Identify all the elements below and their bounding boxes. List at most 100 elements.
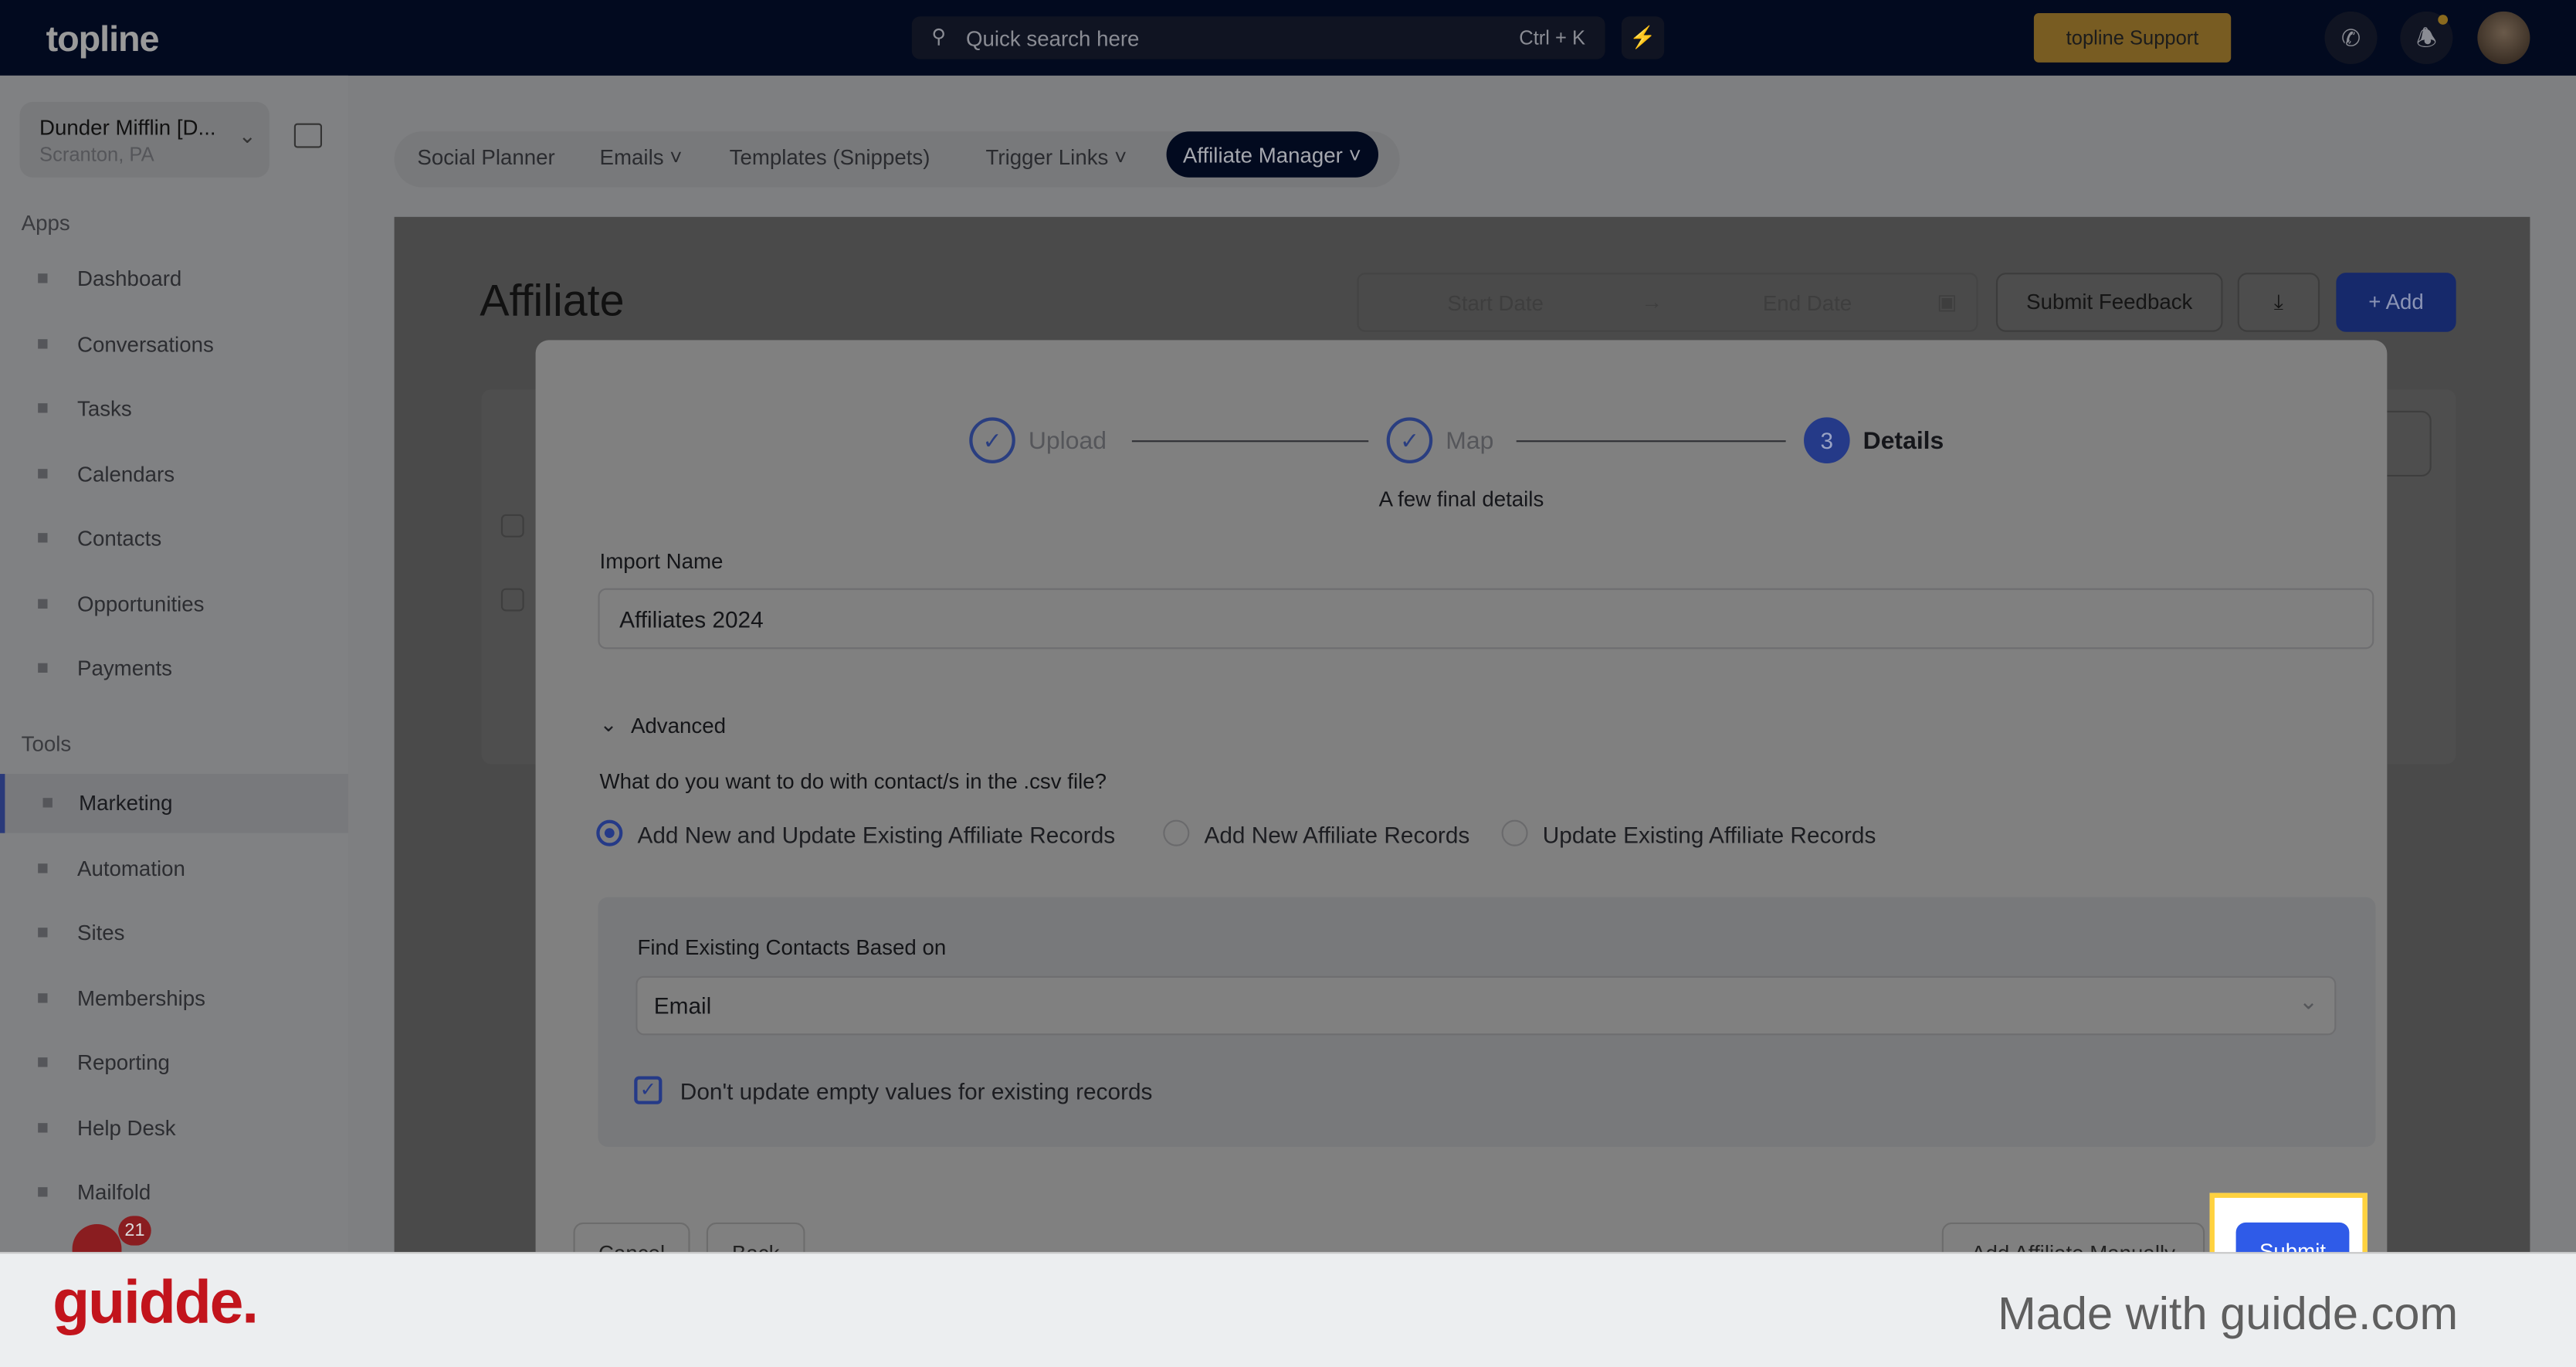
import-details-modal: ✓ Upload ✓ Map 3 Details A few final det…	[535, 340, 2388, 1326]
sidebar-item-label: Memberships	[76, 985, 206, 1010]
sidebar-item-sites[interactable]: ■ Sites	[0, 904, 348, 963]
option-label[interactable]: Add New and Update Existing Affiliate Re…	[637, 822, 1115, 848]
search-shortcut: Ctrl + K	[1519, 26, 1586, 49]
chevron-down-icon: ⌄	[2299, 987, 2318, 1014]
tab-emails[interactable]: Emails ˅	[600, 144, 683, 169]
advanced-toggle[interactable]: Advanced	[631, 713, 726, 738]
question-label: What do you want to do with contact/s in…	[599, 768, 1107, 794]
sidebar-item-conversations[interactable]: ■ Conversations	[0, 314, 348, 374]
sidebar-item-payments[interactable]: ■ Payments	[0, 639, 348, 699]
sidebar-item-marketing[interactable]: ■ Marketing	[0, 774, 349, 833]
sidebar-item-help-desk[interactable]: ■ Help Desk	[0, 1098, 348, 1158]
sidebar-item-automation[interactable]: ■ Automation	[0, 839, 348, 898]
option-label[interactable]: Add New Affiliate Records	[1204, 822, 1469, 848]
top-bar: topline ⚲ Quick search here Ctrl + K ⚡ t…	[0, 0, 2576, 76]
page-title: Affiliate	[480, 276, 625, 326]
check-icon: ✓	[969, 417, 1015, 463]
phone-icon[interactable]: ✆	[2324, 11, 2378, 64]
step-upload: Upload	[1028, 427, 1107, 456]
option-label[interactable]: Update Existing Affiliate Records	[1543, 822, 1876, 848]
gears-icon: ■	[36, 855, 49, 879]
sidebar-item-memberships[interactable]: ■ Memberships	[0, 968, 348, 1028]
sidebar-item-label: Help Desk	[76, 1114, 176, 1140]
person-icon: ■	[36, 525, 49, 549]
checkbox-label[interactable]: Don't update empty values for existing r…	[680, 1078, 1153, 1104]
modal-subtitle: A few final details	[1378, 486, 1544, 511]
topline-logo[interactable]: topline	[46, 18, 160, 60]
sidebar-item-label: Conversations	[76, 331, 214, 356]
end-date: End Date	[1762, 290, 1852, 316]
chevron-down-icon[interactable]: ⌄	[600, 711, 618, 738]
find-contacts-select[interactable]: Email ⌄	[636, 975, 2337, 1036]
search-icon: ⚲	[931, 24, 947, 48]
import-name-input[interactable]: Affiliates 2024	[598, 588, 2374, 650]
arrow-right-icon: →	[1641, 289, 1663, 314]
sidebar-item-label: Dashboard	[76, 266, 182, 291]
globe-icon: ■	[36, 920, 49, 944]
add-button[interactable]: + Add	[2336, 273, 2456, 332]
lightning-icon[interactable]: ⚡	[1621, 16, 1665, 59]
avatar[interactable]	[2477, 11, 2530, 64]
guidde-logo: guidde.	[53, 1268, 259, 1336]
chevron-down-icon: ⌄	[238, 123, 256, 148]
tab-label: Affiliate Manager	[1182, 143, 1343, 168]
radio-add-new[interactable]	[1163, 819, 1190, 846]
sidebar-item-label: Tasks	[76, 395, 132, 421]
account-name: Dunder Mifflin [D...	[39, 114, 216, 140]
date-range-picker[interactable]: Start Date → End Date ▣	[1357, 273, 1978, 332]
radio-update-existing[interactable]	[1501, 819, 1528, 846]
find-contacts-label: Find Existing Contacts Based on	[637, 935, 947, 960]
sidebar-item-opportunities[interactable]: ■ Opportunities	[0, 575, 348, 634]
chevron-down-icon: ˅	[1348, 143, 1361, 168]
tasks-icon: ■	[36, 395, 49, 419]
sidebar-item-tasks[interactable]: ■ Tasks	[0, 379, 348, 439]
sidebar-item-label: Marketing	[79, 790, 173, 816]
calendar-icon: ■	[36, 460, 49, 484]
dont-update-checkbox[interactable]: ✓	[634, 1076, 663, 1104]
sidebar-item-label: Contacts	[76, 525, 162, 551]
tab-social-planner[interactable]: Social Planner	[417, 144, 554, 169]
tab-label: Emails	[599, 144, 664, 170]
sidebar-item-label: Calendars	[76, 460, 175, 486]
sidebar-item-dashboard[interactable]: ■ Dashboard	[0, 249, 348, 309]
tab-templates[interactable]: Templates (Snippets)	[730, 144, 930, 169]
add-label: Add	[2385, 289, 2424, 314]
sidebar-toggle-icon[interactable]	[293, 123, 322, 148]
mail-icon: ■	[36, 1179, 49, 1203]
tab-trigger-links[interactable]: Trigger Links ˅	[986, 144, 1127, 169]
apps-heading: Apps	[21, 210, 70, 236]
calendar-icon: ▣	[1937, 289, 1957, 314]
help-icon: ■	[36, 1114, 49, 1138]
sidebar-item-mailfold[interactable]: ■ Mailfold	[0, 1163, 348, 1223]
support-button[interactable]: topline Support	[2033, 13, 2232, 63]
people-icon: ■	[36, 985, 49, 1009]
sidebar-item-calendars[interactable]: ■ Calendars	[0, 445, 348, 504]
find-contacts-panel: Find Existing Contacts Based on Email ⌄ …	[598, 897, 2376, 1148]
marketing-tabs: Social Planner Emails ˅ Templates (Snipp…	[394, 131, 1400, 188]
account-switcher[interactable]: Dunder Mifflin [D... Scranton, PA ⌄	[19, 101, 269, 178]
account-location: Scranton, PA	[39, 143, 154, 166]
step-connector	[1131, 440, 1369, 443]
dashboard-icon: ■	[36, 266, 49, 290]
sidebar-item-label: Automation	[76, 855, 185, 880]
step-number: 3	[1804, 417, 1850, 463]
radio-add-and-update[interactable]	[596, 819, 623, 846]
quick-search[interactable]: ⚲ Quick search here Ctrl + K	[911, 16, 1605, 59]
select-value: Email	[653, 992, 712, 1019]
sidebar-item-label: Reporting	[76, 1050, 170, 1075]
megaphone-icon: ■	[41, 790, 54, 814]
row-checkbox[interactable]	[500, 588, 524, 612]
download-icon[interactable]: ⤓	[2237, 273, 2320, 332]
import-name-label: Import Name	[599, 548, 724, 574]
chevron-down-icon: ˅	[669, 144, 683, 170]
target-icon: ■	[36, 590, 49, 614]
submit-feedback-button[interactable]: Submit Feedback	[1995, 273, 2223, 332]
made-with-text: Made with guidde.com	[1998, 1287, 2459, 1339]
sidebar-item-reporting[interactable]: ■ Reporting	[0, 1033, 348, 1093]
tab-affiliate-manager[interactable]: Affiliate Manager ˅	[1166, 131, 1378, 178]
sidebar-item-contacts[interactable]: ■ Contacts	[0, 510, 348, 569]
row-checkbox[interactable]	[500, 514, 524, 538]
step-map: Map	[1446, 427, 1494, 456]
check-icon: ✓	[1386, 417, 1433, 463]
chevron-down-icon: ˅	[1114, 144, 1127, 170]
